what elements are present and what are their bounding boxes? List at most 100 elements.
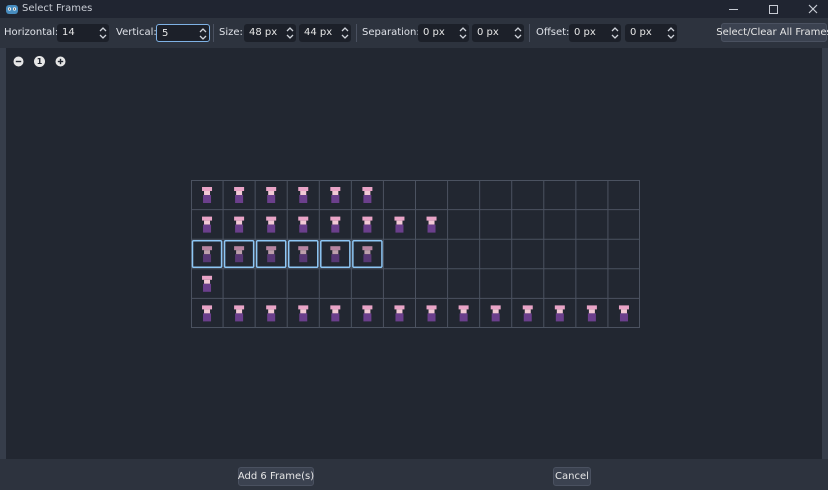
cancel-button[interactable]: Cancel — [553, 467, 591, 486]
sprite-head — [460, 309, 467, 314]
window-title: Select Frames — [22, 3, 93, 14]
size-height-value: 44 px — [304, 27, 333, 38]
sprite-hat — [202, 275, 213, 280]
sprite-body — [363, 224, 372, 233]
sprite-body — [363, 195, 372, 203]
frame-cell[interactable] — [202, 246, 213, 263]
select-clear-all-frames-button[interactable]: Select/Clear All Frames — [716, 23, 828, 42]
sprite-body — [331, 224, 340, 233]
sprite-head — [204, 309, 211, 314]
sprite-head — [556, 309, 563, 314]
frame-cell[interactable] — [362, 187, 373, 203]
dialog-footer — [0, 459, 828, 490]
sprite-hat — [234, 305, 245, 310]
sprite-head — [236, 250, 243, 255]
frame-cell[interactable] — [618, 305, 629, 322]
spin-arrows-icon — [286, 27, 294, 39]
frame-cell[interactable] — [298, 305, 309, 322]
sprite-hat — [202, 246, 213, 251]
sprite-body — [299, 254, 308, 263]
frame-cell[interactable] — [330, 187, 341, 203]
frame-cell[interactable] — [362, 246, 373, 263]
sprite-frame-grid[interactable] — [191, 180, 640, 328]
offset-label: Offset: — [536, 27, 570, 38]
frame-cell[interactable] — [362, 216, 373, 233]
sprite-head — [300, 220, 307, 225]
spin-arrows-icon — [611, 27, 619, 39]
frame-cell[interactable] — [394, 216, 405, 233]
sprite-head — [204, 250, 211, 255]
frame-cell[interactable] — [234, 246, 245, 263]
zoom-reset-icon[interactable]: 1 — [34, 56, 45, 67]
frame-cell[interactable] — [298, 187, 309, 203]
sprite-body — [299, 313, 308, 322]
frame-cell[interactable] — [266, 216, 277, 233]
add-frames-button[interactable]: Add 6 Frame(s) — [238, 467, 314, 486]
frame-cell[interactable] — [298, 216, 309, 233]
maximize-button[interactable] — [766, 2, 780, 16]
sprite-body — [235, 224, 244, 233]
minimize-button[interactable] — [726, 2, 740, 16]
spin-arrows-icon — [199, 28, 207, 40]
horizontal-spinbox[interactable]: 14 — [57, 24, 109, 42]
sprite-hat — [394, 305, 405, 310]
size-height-spinbox[interactable]: 44 px — [299, 24, 351, 42]
sprite-body — [395, 313, 404, 322]
sprite-hat — [234, 187, 245, 191]
frame-cell[interactable] — [362, 305, 373, 322]
sprite-head — [364, 250, 371, 255]
frame-cell[interactable] — [426, 216, 437, 233]
frame-cell[interactable] — [522, 305, 533, 322]
sprite-head — [268, 250, 275, 255]
zoom-out-icon[interactable] — [13, 56, 24, 67]
separation-y-spinbox[interactable]: 0 px — [472, 24, 524, 42]
offset-x-spinbox[interactable]: 0 px — [569, 24, 621, 42]
frame-cell[interactable] — [202, 275, 213, 292]
sprite-body — [235, 254, 244, 263]
frame-cell[interactable] — [202, 187, 213, 203]
vertical-spinbox[interactable]: 5 — [156, 24, 210, 42]
frame-cell[interactable] — [266, 305, 277, 322]
frame-cell[interactable] — [266, 187, 277, 203]
frame-cell[interactable] — [490, 305, 501, 322]
sprite-hat — [202, 216, 213, 221]
frame-cell[interactable] — [458, 305, 469, 322]
horizontal-label: Horizontal: — [4, 27, 59, 38]
sprite-head — [300, 191, 307, 195]
frame-cell[interactable] — [394, 305, 405, 322]
offset-y-spinbox[interactable]: 0 px — [625, 24, 677, 42]
sprite-head — [332, 191, 339, 195]
sprite-body — [523, 313, 532, 322]
frame-cell[interactable] — [202, 305, 213, 322]
zoom-in-icon[interactable] — [55, 56, 66, 67]
frame-cell[interactable] — [298, 246, 309, 263]
frame-cell[interactable] — [330, 305, 341, 322]
sprite-head — [588, 309, 595, 314]
frame-cell[interactable] — [202, 216, 213, 233]
sprite-head — [204, 279, 211, 284]
frame-cell[interactable] — [234, 216, 245, 233]
sprite-body — [331, 254, 340, 263]
frame-cell[interactable] — [586, 305, 597, 322]
sprite-hat — [522, 305, 533, 310]
sprite-body — [299, 224, 308, 233]
sprite-hat — [618, 305, 629, 310]
sprite-body — [267, 313, 276, 322]
frame-cell[interactable] — [426, 305, 437, 322]
frame-cell[interactable] — [554, 305, 565, 322]
close-button[interactable] — [806, 2, 820, 16]
sprite-hat — [490, 305, 501, 310]
frame-cell[interactable] — [266, 246, 277, 263]
sprite-hat — [554, 305, 565, 310]
frame-cell[interactable] — [330, 246, 341, 263]
vertical-label: Vertical: — [116, 27, 157, 38]
sprite-hat — [330, 305, 341, 310]
frame-cell[interactable] — [330, 216, 341, 233]
sprite-hat — [330, 246, 341, 251]
separation-x-spinbox[interactable]: 0 px — [418, 24, 469, 42]
size-width-spinbox[interactable]: 48 px — [244, 24, 296, 42]
sprite-head — [332, 250, 339, 255]
sprite-head — [428, 220, 435, 225]
frame-cell[interactable] — [234, 305, 245, 322]
frame-cell[interactable] — [234, 187, 245, 203]
